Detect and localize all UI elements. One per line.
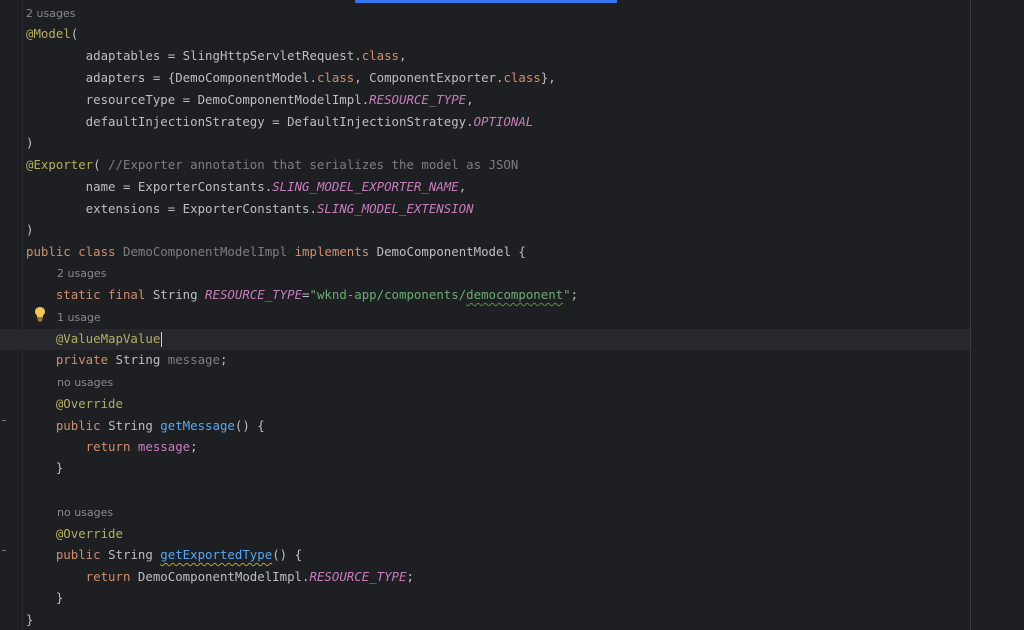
usages-hint[interactable]: 1 usage (57, 310, 101, 326)
code-line[interactable]: return message; (26, 437, 198, 457)
annotation: @Exporter (26, 157, 94, 172)
code-line[interactable]: @ValueMapValue (26, 329, 163, 349)
code-line[interactable]: adaptables = SlingHttpServletRequest.cla… (26, 46, 407, 66)
method-name: getMessage (160, 418, 235, 433)
method-name: getExportedType (160, 547, 273, 562)
usages-hint[interactable]: 2 usages (26, 6, 75, 22)
annotation: @Override (26, 526, 123, 541)
usages-hint[interactable]: no usages (57, 505, 113, 521)
code-comment: //Exporter annotation that serializes th… (108, 157, 519, 172)
code-line[interactable]: } (26, 610, 33, 630)
gutter-divider (22, 0, 23, 630)
code-line[interactable]: ) (26, 133, 33, 153)
code-line[interactable]: ) (26, 220, 33, 240)
code-line[interactable]: } (26, 588, 63, 608)
fold-marker-icon[interactable] (2, 550, 6, 551)
code-line[interactable]: adapters = {DemoComponentModel.class, Co… (26, 68, 556, 88)
code-line[interactable]: defaultInjectionStrategy = DefaultInject… (26, 112, 534, 132)
code-line[interactable]: public String getExportedType() { (26, 545, 302, 565)
code-line[interactable]: @Override (26, 524, 123, 544)
annotation: @ValueMapValue (26, 331, 161, 346)
code-line[interactable]: resourceType = DemoComponentModelImpl.RE… (26, 90, 474, 110)
code-line[interactable]: @Override (26, 394, 123, 414)
code-line[interactable]: return DemoComponentModelImpl.RESOURCE_T… (26, 567, 414, 587)
annotation: @Override (26, 396, 123, 411)
code-line[interactable]: private String message; (26, 350, 228, 370)
code-line[interactable]: static final String RESOURCE_TYPE="wknd-… (26, 285, 578, 305)
class-name: DemoComponentModelImpl (122, 244, 288, 259)
editor-gutter[interactable] (0, 0, 22, 630)
code-editor[interactable]: 2 usages @Model( adaptables = SlingHttpS… (26, 0, 966, 630)
code-line[interactable]: @Exporter( //Exporter annotation that se… (26, 155, 518, 175)
usages-hint[interactable]: no usages (57, 375, 113, 391)
annotation: @Model (26, 26, 71, 41)
usages-hint[interactable]: 2 usages (57, 266, 106, 282)
text-caret (161, 332, 163, 347)
code-line[interactable]: public String getMessage() { (26, 416, 265, 436)
code-line[interactable]: } (26, 458, 63, 478)
right-margin-guide (970, 0, 971, 630)
fold-marker-icon[interactable] (2, 420, 6, 421)
code-line[interactable]: name = ExporterConstants.SLING_MODEL_EXP… (26, 177, 466, 197)
code-line[interactable]: @Model( (26, 24, 78, 44)
code-line[interactable]: extensions = ExporterConstants.SLING_MOD… (26, 199, 474, 219)
code-line[interactable]: public class DemoComponentModelImpl impl… (26, 242, 526, 262)
